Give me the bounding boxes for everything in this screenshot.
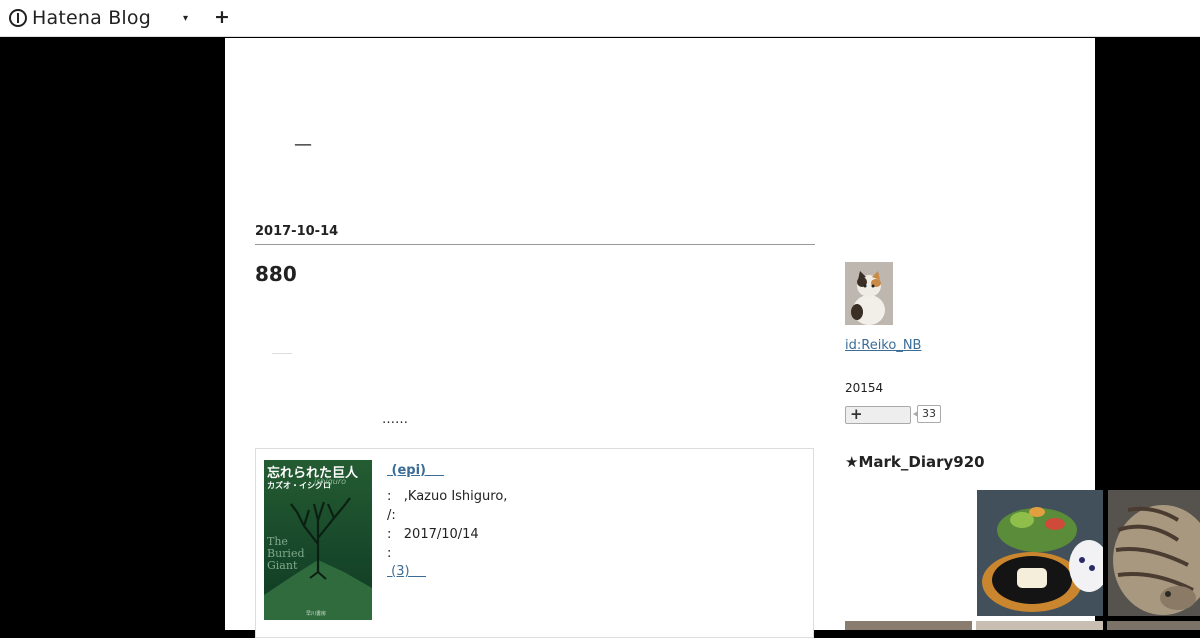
cat-photo[interactable]	[1108, 490, 1200, 616]
cover-english-title: The Buried Giant	[267, 535, 305, 572]
tabby-cat-photo-image	[1108, 490, 1200, 616]
sidebar-module-title: ★Mark_Diary920	[845, 453, 985, 471]
food-photo[interactable]	[977, 490, 1103, 616]
book-review-link[interactable]: (3)	[387, 564, 426, 579]
photo-thumbnails-strip	[845, 621, 1200, 630]
pancake-photo-image	[977, 490, 1103, 616]
reader-subscribe-button[interactable]: +	[845, 405, 911, 424]
thumbnail-photo[interactable]	[976, 621, 1103, 630]
entry-main: 2017-10-14 880 …… 忘れられた巨人 カズオ・イシグロ ishig…	[255, 38, 815, 638]
book-date-line: : 2017/10/14	[387, 527, 479, 542]
cover-publisher: 早川書房	[306, 611, 327, 617]
content-divider	[272, 353, 292, 354]
cat-avatar-image	[845, 262, 893, 325]
logo-text: Hatena Blog	[32, 7, 151, 29]
blog-since-text: 20154	[845, 381, 884, 395]
book-cover-image[interactable]: 忘れられた巨人 カズオ・イシグロ ishiguro The Buried Gia…	[264, 460, 372, 620]
book-extra-line: :	[387, 546, 392, 561]
entry-title[interactable]: 880	[255, 262, 297, 286]
blog-page: — 2017-10-14 880 …… 忘れられた巨人 カズオ・イシグロ ish…	[225, 38, 1095, 638]
plus-icon: +	[850, 405, 863, 423]
book-publisher-line: /:	[387, 508, 396, 523]
user-id-link[interactable]: id:Reiko_NB	[845, 338, 921, 353]
book-author-line: : ,Kazuo Ishiguro,	[387, 489, 508, 504]
user-avatar[interactable]	[845, 262, 893, 325]
cover-subtitle: ishiguro	[314, 477, 347, 486]
hatena-logo-icon	[9, 9, 27, 27]
thumbnail-photo[interactable]	[845, 621, 972, 630]
book-title-link[interactable]: (epi)	[387, 463, 444, 478]
add-plus-icon[interactable]: +	[214, 6, 230, 28]
entry-date[interactable]: 2017-10-14	[255, 224, 338, 239]
hatena-top-bar: Hatena Blog ▾ +	[0, 0, 1200, 37]
thumbnail-photo[interactable]	[1107, 621, 1200, 630]
menu-dropdown-caret-icon[interactable]: ▾	[183, 13, 188, 24]
book-card: 忘れられた巨人 カズオ・イシグロ ishiguro The Buried Gia…	[255, 448, 814, 638]
reader-count-badge: 33	[913, 405, 941, 423]
date-divider	[255, 244, 815, 245]
entry-ellipsis: ……	[382, 412, 408, 427]
hatena-blog-logo[interactable]: Hatena Blog	[9, 7, 151, 29]
